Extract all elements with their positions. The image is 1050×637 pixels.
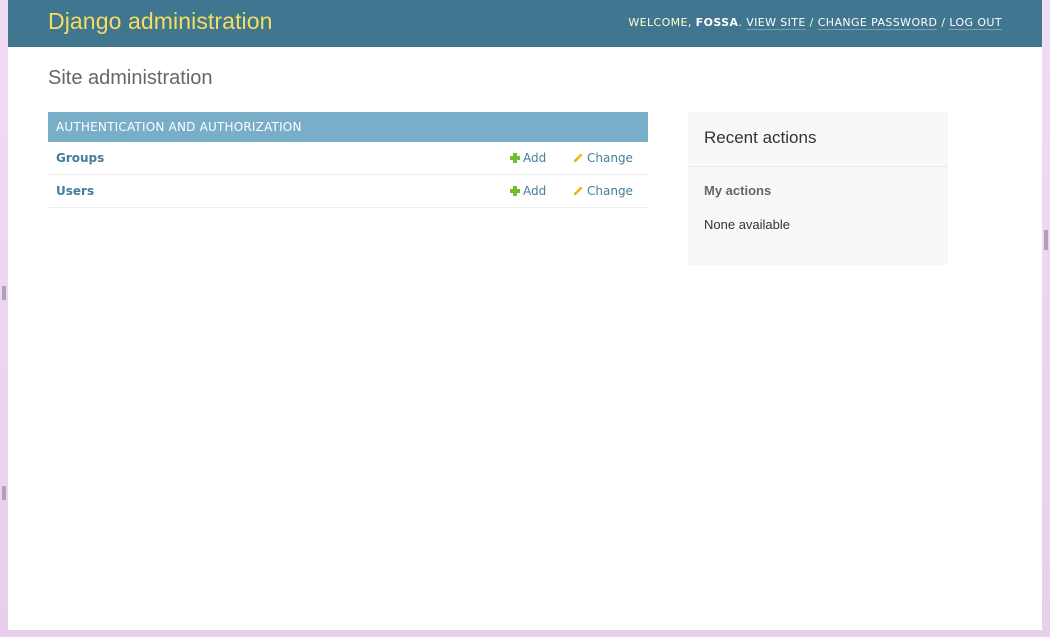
auth-module: AUTHENTICATION AND AUTHORIZATION Groups … bbox=[48, 112, 648, 208]
groups-link[interactable]: Groups bbox=[56, 151, 104, 165]
site-header: Django administration WELCOME, FOSSA. VI… bbox=[8, 0, 1042, 47]
log-out-link[interactable]: LOG OUT bbox=[949, 16, 1002, 30]
window-edge-mark bbox=[2, 486, 6, 500]
window-edge-mark bbox=[2, 286, 6, 300]
separator: / bbox=[937, 16, 950, 29]
change-password-link[interactable]: CHANGE PASSWORD bbox=[817, 16, 938, 30]
add-icon bbox=[510, 186, 520, 196]
groups-add-link[interactable]: Add bbox=[510, 151, 546, 165]
view-site-link[interactable]: VIEW SITE bbox=[746, 16, 806, 30]
site-branding[interactable]: Django administration bbox=[48, 8, 273, 35]
divider bbox=[688, 166, 948, 167]
users-add-link[interactable]: Add bbox=[510, 184, 546, 198]
recent-actions-title: Recent actions bbox=[704, 128, 817, 147]
change-label: Change bbox=[587, 184, 633, 198]
browser-window: Django administration WELCOME, FOSSA. VI… bbox=[8, 0, 1042, 630]
separator: / bbox=[805, 16, 818, 29]
users-link[interactable]: Users bbox=[56, 184, 94, 198]
welcome-prefix: WELCOME, bbox=[628, 16, 696, 29]
empty-message: None available bbox=[704, 217, 791, 232]
add-label: Add bbox=[523, 151, 547, 165]
pencil-icon bbox=[574, 186, 583, 195]
username: FOSSA bbox=[695, 16, 739, 29]
pencil-icon bbox=[574, 153, 583, 162]
user-tools: WELCOME, FOSSA. VIEW SITE / CHANGE PASSW… bbox=[628, 16, 1002, 30]
model-row-groups: Groups Add Change bbox=[48, 142, 648, 175]
model-row-users: Users Add Change bbox=[48, 175, 648, 208]
recent-actions-panel: Recent actions My actions None available bbox=[688, 112, 948, 265]
users-change-link[interactable]: Change bbox=[572, 184, 633, 198]
change-label: Change bbox=[587, 151, 633, 165]
module-caption[interactable]: AUTHENTICATION AND AUTHORIZATION bbox=[48, 112, 648, 142]
add-label: Add bbox=[523, 184, 547, 198]
window-edge-mark bbox=[1044, 230, 1048, 250]
page-title: Site administration bbox=[48, 67, 213, 89]
my-actions-heading: My actions bbox=[704, 183, 772, 198]
add-icon bbox=[510, 153, 520, 163]
groups-change-link[interactable]: Change bbox=[572, 151, 633, 165]
